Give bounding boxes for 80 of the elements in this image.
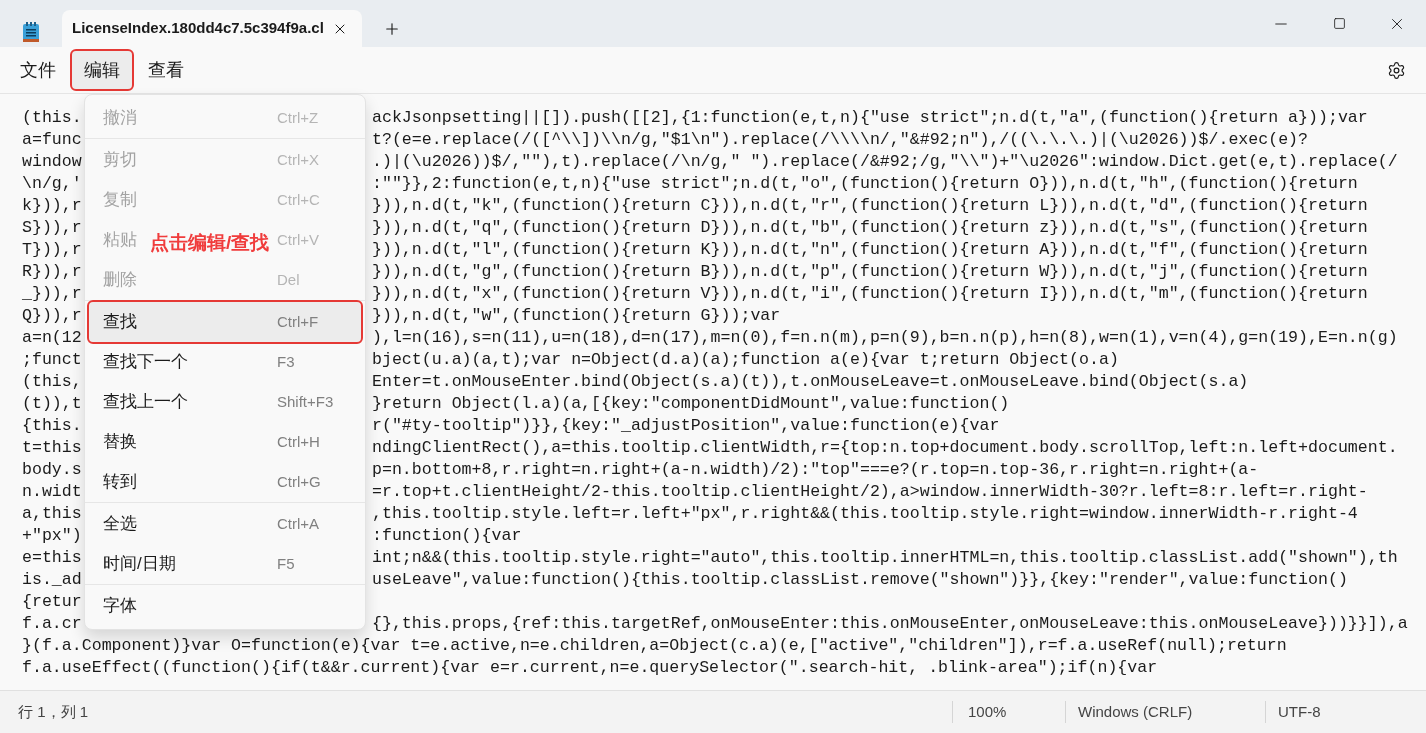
code-line-fragment: Q})),r [22,305,82,327]
code-line-fragment: })),n.d(t,"w",(function(){return G}));var [372,305,781,327]
cursor-position: 行 1，列 1 [17,701,90,722]
zoom-level: 100% [967,701,1008,722]
menu-item[interactable]: 转到 [103,472,137,492]
menu-item[interactable]: 查找下一个 [103,352,188,372]
code-line-fragment: =r.top+t.clientHeight/2-this.tooltip.clientHeight/2),a>window.innerWidth-30?r.left=8:r.left=r.right- [372,481,1368,503]
code-line-fragment: })),n.d(t,"k",(function(){return C})),n.d(t,"r",(function(){return L})),n.d(t,"d",(function(){return [372,195,1368,217]
code-line-fragment: (this, [22,371,82,393]
code-line-fragment: (this. [22,107,82,129]
encoding: UTF-8 [1277,701,1321,722]
code-line-fragment: :""}},2:function(e,t,n){"use strict";n.d(t,"o",(function(){return O})),n.d(t,"h",(function(){return [372,173,1358,195]
document-tab[interactable]: LicenseIndex.180dd4c7.5c394f9a.cl [62,10,362,47]
menu-item[interactable]: 时间/日期 [103,554,176,574]
code-line-fragment: S})),r [22,217,82,239]
line-ending: Windows (CRLF) [1077,701,1194,722]
code-line-fragment: })),n.d(t,"q",(function(){return D})),n.d(t,"b",(function(){return z})),n.d(t,"s",(function(){return [372,217,1368,239]
shortcut-text: Del [277,271,300,289]
code-line-fragment: ),l=n(16),s=n(11),u=n(18),d=n(17),m=n(0),f=n.n(m),p=n(9),b=n.n(p),h=n(8),w=n(1),v=n(4),g=n(19),E=n.n(g) [372,327,1398,349]
code-line-fragment: f.a.cr [22,613,82,635]
settings-icon[interactable] [1387,60,1406,80]
code-line-fragment: int;n&&(this.tooltip.style.right="auto",this.tooltip.innerHTML=n,this.tooltip.classList.add("shown"),th [372,547,1398,569]
code-line-fragment: k})),r [22,195,82,217]
code-line-fragment: t?(e=e.replace(/([^\\])\\n/g,"$1\n").replace(/\\\\n/,"&#92;n"),/((\.\.\.)|(\u2026))$/.exec(e)? [372,129,1309,151]
menu-bar-item[interactable]: 编辑 [72,51,132,89]
code-line-fragment: {},this.props,{ref:this.targetRef,onMouseEnter:this.onMouseEnter,onMouseLeave:this.onMouseLeave}))}}]),a [372,613,1408,635]
shortcut-text: Shift+F3 [277,393,334,411]
menu-item[interactable]: 查找上一个 [103,392,188,412]
code-line-fragment: })),n.d(t,"x",(function(){return V})),n.d(t,"i",(function(){return I})),n.d(t,"m",(function(){return [372,283,1368,305]
code-line-fragment: is._ad [22,569,82,591]
code-line-fragment: useLeave",value:function(){this.tooltip.classList.remove("shown")}},{key:"render",value:function() [372,569,1348,591]
code-line-fragment: r("#ty-tooltip")}},{key:"_adjustPosition",value:function(e){var [372,415,1000,437]
code-line-fragment: window [22,151,82,173]
code-line-fragment: e=this [22,547,82,569]
menu-bar-item[interactable]: 文件 [8,51,68,89]
code-line-fragment: })),n.d(t,"g",(function(){return B})),n.d(t,"p",(function(){return W})),n.d(t,"j",(function(){return [372,261,1368,283]
code-line-fragment: a,this [22,503,82,525]
code-line-fragment: :function(){var [372,525,522,547]
code-line: }(f.a.Component)}var O=function(e){var t=e.active,n=e.children,a=Object(c.a)(e,["active","children"]),r=f.a.useRef(null);return [22,635,1287,657]
code-line-fragment: {retur [22,591,82,613]
shortcut-text: Ctrl+Z [277,109,319,127]
code-line-fragment: \n/g,' [22,173,82,195]
code-line-fragment: ;funct [22,349,82,371]
code-line-fragment: a=func [22,129,82,151]
code-line-fragment: })),n.d(t,"l",(function(){return K})),n.d(t,"n",(function(){return A})),n.d(t,"f",(function(){return [372,239,1368,261]
code-line-fragment: ,this.tooltip.style.left=r.left+"px",r.right&&(this.tooltip.style.right=window.innerWidth-r.right-4 [372,503,1358,525]
code-line-fragment: p=n.bottom+8,r.right=n.right+(a-n.width)/2):"top"===e?(r.top=n.top-36,r.right=n.right+(a- [372,459,1259,481]
code-line-fragment: T})),r [22,239,82,261]
shortcut-text: F3 [277,353,295,371]
code-line-fragment: _})),r [22,283,82,305]
code-line-fragment: bject(u.a)(a,t);var n=Object(d.a)(a);function a(e){var t;return Object(o.a) [372,349,1119,371]
shortcut-text: F5 [277,555,295,573]
shortcut-text: Ctrl+C [277,191,320,209]
shortcut-text: Ctrl+V [277,231,320,249]
code-line-fragment: Enter=t.onMouseEnter.bind(Object(s.a)(t)),t.onMouseLeave=t.onMouseLeave.bind(Object(s.a) [372,371,1249,393]
code-line-fragment: {this. [22,415,82,437]
shortcut-text: Ctrl+X [277,151,320,169]
code-line-fragment: a=n(12 [22,327,82,349]
menu-item[interactable]: 替换 [103,432,137,452]
code-line-fragment: ackJsonpsetting||[]).push([[2],{1:function(e,t,n){"use strict";n.d(t,"a",(function(){return a}));var [372,107,1368,129]
menu-item[interactable]: 查找 Ctrl+F [89,302,361,342]
code-line-fragment: (t)),t [22,393,82,415]
code-line-fragment: .)|(\u2026))$/,""),t).replace(/\n/g," ").replace(/&#92;/g,"\\")+"\u2026":window.Dict.get(e,t).replace(/ [372,151,1398,173]
notepad-icon [22,20,40,43]
menu-item[interactable]: 字体 [103,596,137,616]
annotation-text: 点击编辑/查找 [150,231,270,255]
code-line-fragment: n.widt [22,481,82,503]
code-line-fragment: t=this [22,437,82,459]
code-line-fragment: ndingClientRect(),a=this.tooltip.clientWidth,r={top:n.top+document.body.scrollTop,left:n.left+document. [372,437,1398,459]
menu-bar-item[interactable]: 查看 [136,51,196,89]
code-line: f.a.useEffect((function(){if(t&&r.current){var e=r.current,n=e.querySelector(".search-hit, .blink-area");if(n){var [22,657,1158,679]
maximize-icon[interactable] [1332,17,1346,30]
code-line-fragment: R})),r [22,261,82,283]
menu-item[interactable]: 全选 [103,514,137,534]
shortcut-text: Ctrl+A [277,515,320,533]
shortcut-text: Ctrl+G [277,473,321,491]
code-line-fragment: body.s [22,459,82,481]
shortcut-text: Ctrl+H [277,433,320,451]
code-line-fragment: +"px") [22,525,82,547]
code-line-fragment: }return Object(l.a)(a,[{key:"componentDidMount",value:function() [372,393,1010,415]
